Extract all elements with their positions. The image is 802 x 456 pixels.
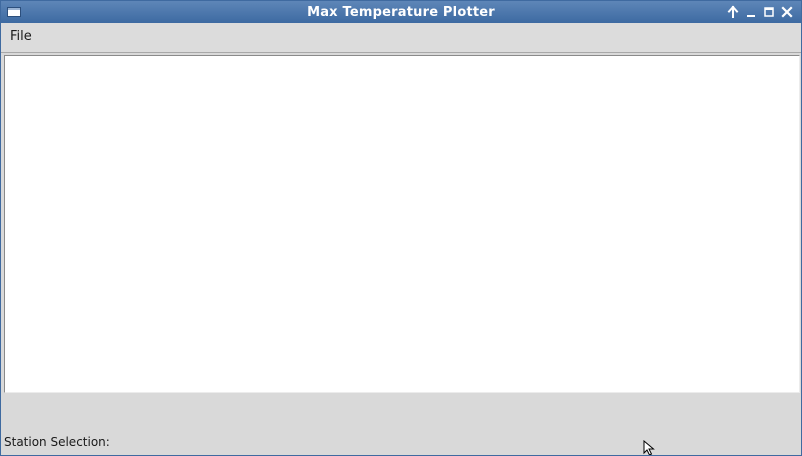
title-bar[interactable]: Max Temperature Plotter bbox=[1, 1, 801, 23]
mouse-pointer-icon bbox=[643, 439, 657, 455]
minimize-icon bbox=[743, 4, 759, 20]
maximize-icon bbox=[761, 4, 777, 20]
station-selection-label: Station Selection: bbox=[4, 435, 110, 449]
menu-file[interactable]: File bbox=[4, 27, 38, 46]
close-button[interactable] bbox=[779, 4, 795, 20]
window-title: Max Temperature Plotter bbox=[307, 5, 495, 20]
shade-button[interactable] bbox=[725, 4, 741, 20]
plot-canvas[interactable] bbox=[4, 55, 800, 393]
close-icon bbox=[779, 4, 795, 20]
minimize-button[interactable] bbox=[743, 4, 759, 20]
menu-bar: File bbox=[1, 23, 801, 53]
maximize-button[interactable] bbox=[761, 4, 777, 20]
app-window: Max Temperature Plotter File Station Sel… bbox=[0, 0, 802, 456]
arrow-up-icon bbox=[725, 4, 741, 20]
